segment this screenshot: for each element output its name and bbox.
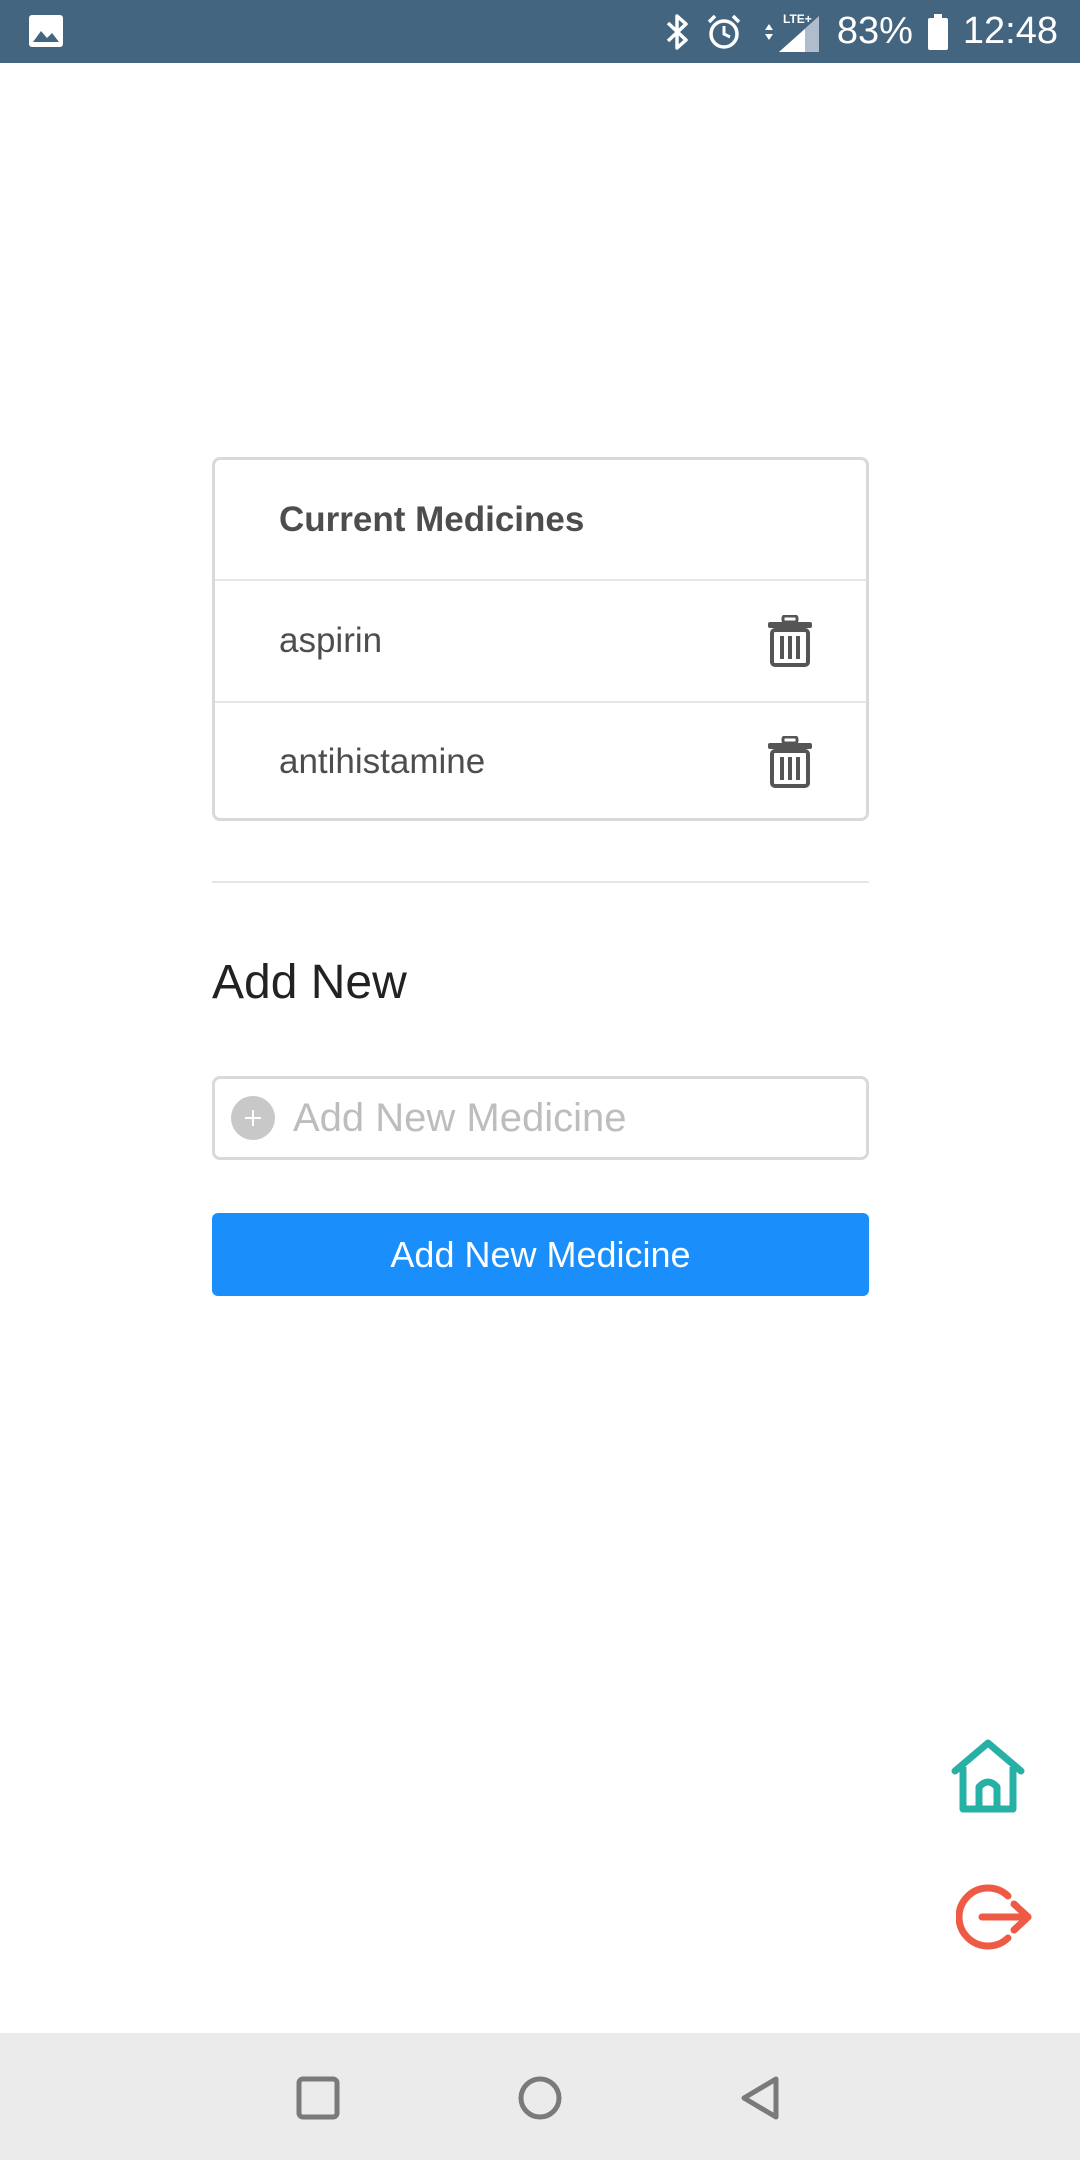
medicine-name: aspirin — [279, 621, 383, 660]
card-title: Current Medicines — [215, 460, 866, 581]
medicine-row: antihistamine — [215, 701, 866, 818]
circle-icon — [518, 2076, 562, 2120]
trash-icon — [768, 615, 812, 667]
medicine-row: aspirin — [215, 581, 866, 701]
clock: 12:48 — [962, 10, 1058, 52]
alarm-icon — [705, 13, 743, 51]
add-new-heading: Add New — [212, 956, 407, 1009]
back-button[interactable] — [736, 2073, 786, 2123]
plus-circle-icon — [231, 1096, 275, 1140]
recents-button[interactable] — [293, 2073, 343, 2123]
current-medicines-card: Current Medicines aspirin antihistamine — [212, 457, 869, 821]
status-bar: LTE+ 83% 12:48 — [0, 0, 1080, 63]
square-icon — [296, 2076, 340, 2120]
add-new-medicine-button[interactable]: Add New Medicine — [212, 1213, 869, 1296]
logout-button[interactable] — [955, 1878, 1034, 1956]
system-nav-bar — [0, 2033, 1080, 2160]
trash-icon — [768, 736, 812, 788]
medicines-screen: LTE+ 83% 12:48 Current Medicines aspirin — [0, 0, 1080, 2160]
delete-medicine-button[interactable] — [764, 613, 816, 669]
section-divider — [212, 881, 869, 883]
medicine-name: antihistamine — [279, 742, 486, 781]
battery-percent: 83% — [836, 10, 913, 52]
medicine-name-input[interactable] — [293, 1095, 853, 1141]
home-icon — [951, 1739, 1025, 1813]
lte-signal-icon: LTE+ — [757, 10, 823, 54]
logout-icon — [955, 1884, 1032, 1950]
gallery-notification-icon — [28, 14, 64, 53]
delete-medicine-button[interactable] — [764, 734, 816, 790]
battery-icon — [927, 13, 949, 51]
bluetooth-icon — [665, 13, 691, 51]
home-button[interactable] — [949, 1737, 1027, 1815]
back-triangle-icon — [741, 2076, 779, 2120]
svg-text:LTE+: LTE+ — [783, 12, 812, 26]
system-home-button[interactable] — [515, 2073, 565, 2123]
add-medicine-field — [212, 1076, 869, 1160]
